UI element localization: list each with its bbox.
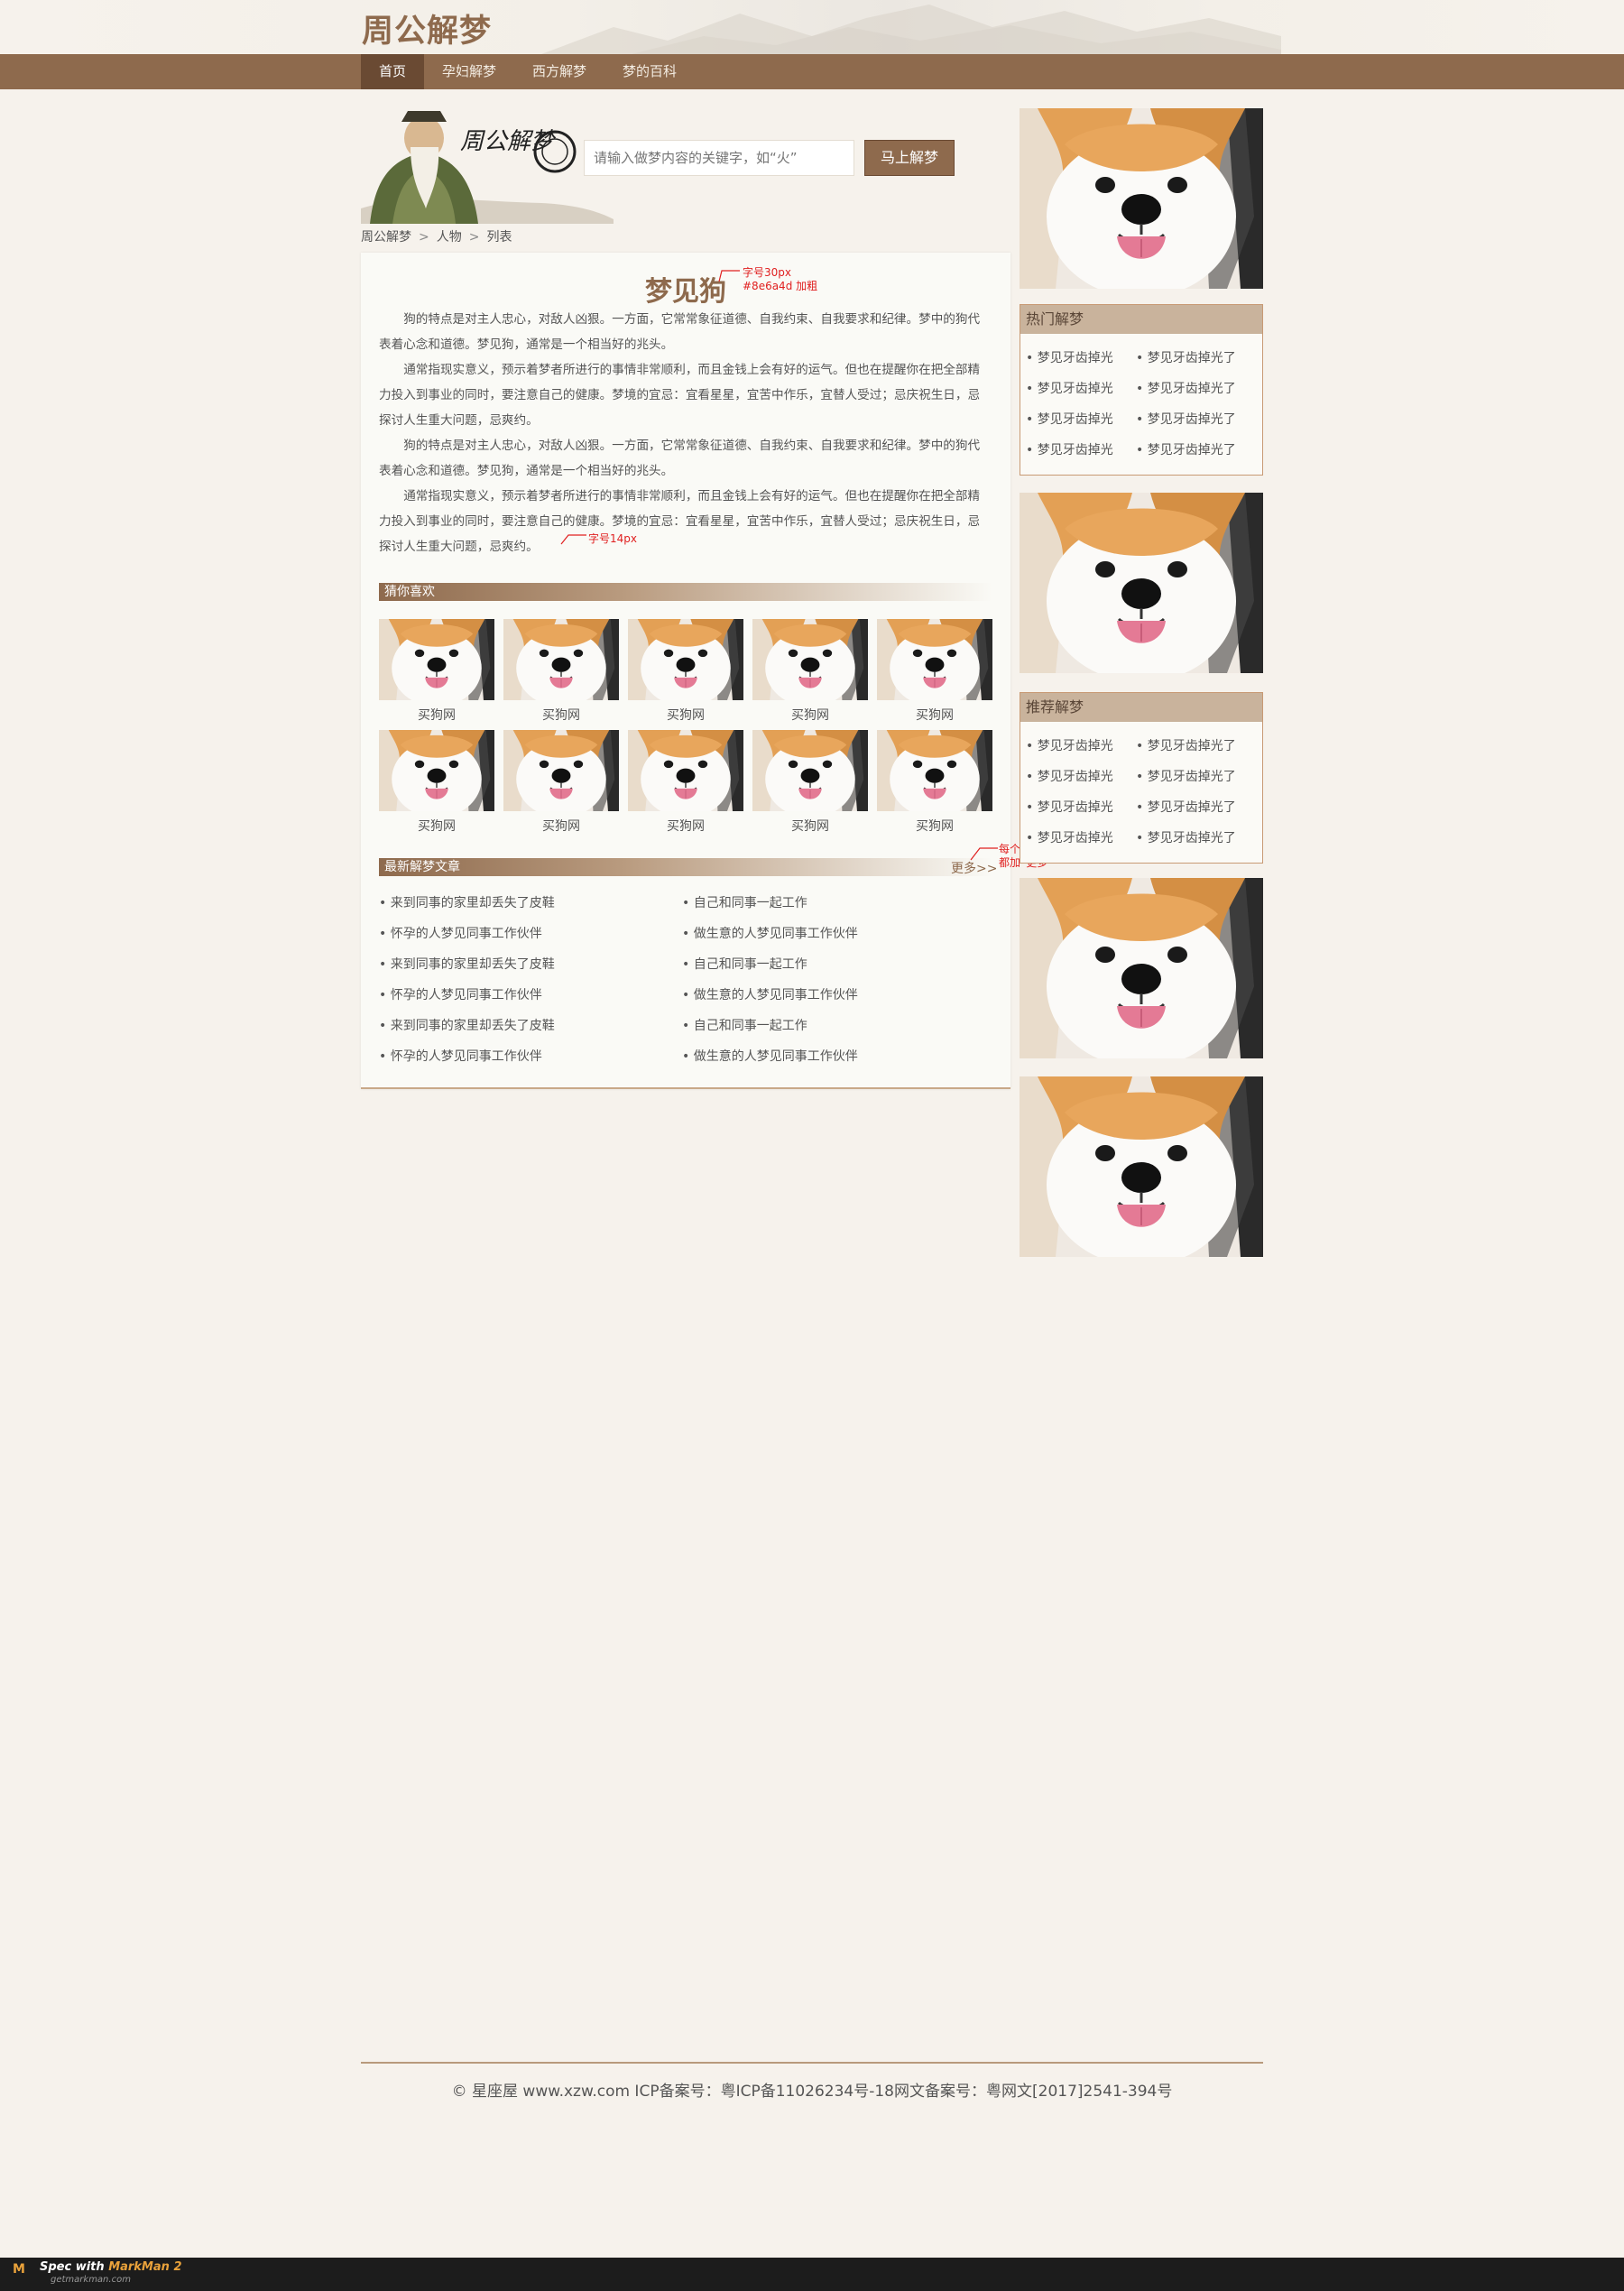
article-title: 梦见狗 bbox=[645, 276, 726, 308]
hot-dream-link[interactable]: • 梦见牙齿掉光了 bbox=[1136, 410, 1236, 428]
recommended-dream-link[interactable]: • 梦见牙齿掉光 bbox=[1026, 798, 1113, 816]
recommended-dream-link[interactable]: • 梦见牙齿掉光了 bbox=[1136, 767, 1236, 785]
recommended-dream-link[interactable]: • 梦见牙齿掉光了 bbox=[1136, 798, 1236, 816]
hot-dream-link[interactable]: • 梦见牙齿掉光 bbox=[1026, 348, 1113, 366]
article-paragraph: 狗的特点是对主人忠心，对敌人凶狠。一方面，它常常象征道德、自我约束、自我要求和纪… bbox=[379, 439, 981, 478]
sidebar-ad-image[interactable] bbox=[1020, 1076, 1263, 1257]
latest-article-link[interactable]: • 来到同事的家里却丢失了皮鞋 bbox=[379, 955, 555, 973]
guess-item-image[interactable] bbox=[503, 619, 619, 700]
article-paragraph: 通常指现实意义，预示着梦者所进行的事情非常顺利，而且金钱上会有好的运气。但也在提… bbox=[379, 363, 981, 428]
annotation-title-size: 字号30px bbox=[743, 266, 791, 279]
latest-article-link[interactable]: • 自己和同事一起工作 bbox=[682, 1016, 807, 1034]
guess-item-image[interactable] bbox=[628, 619, 743, 700]
guess-item-caption[interactable]: 买狗网 bbox=[752, 706, 868, 724]
hot-dream-link[interactable]: • 梦见牙齿掉光 bbox=[1026, 410, 1113, 428]
nav-item-encyclopedia[interactable]: 梦的百科 bbox=[614, 54, 686, 89]
sidebar-ad-image[interactable] bbox=[1020, 493, 1263, 673]
search-input[interactable] bbox=[584, 140, 854, 176]
guess-item-image[interactable] bbox=[752, 619, 868, 700]
markman-site: getmarkman.com bbox=[51, 2275, 131, 2285]
markman-bar bbox=[0, 2258, 1624, 2291]
article-paragraph: 通常指现实意义，预示着梦者所进行的事情非常顺利，而且金钱上会有好的运气。但也在提… bbox=[379, 489, 981, 554]
search-button[interactable]: 马上解梦 bbox=[864, 140, 955, 176]
annotation-body-size: 字号14px bbox=[588, 532, 637, 545]
latest-article-link[interactable]: • 怀孕的人梦见同事工作伙伴 bbox=[379, 1047, 542, 1065]
latest-article-link[interactable]: • 自己和同事一起工作 bbox=[682, 955, 807, 973]
latest-article-link[interactable]: • 怀孕的人梦见同事工作伙伴 bbox=[379, 985, 542, 1003]
recommended-dream-link[interactable]: • 梦见牙齿掉光 bbox=[1026, 767, 1113, 785]
recommended-dreams-box: 推荐解梦 • 梦见牙齿掉光 • 梦见牙齿掉光 • 梦见牙齿掉光 • 梦见牙齿掉光… bbox=[1020, 692, 1263, 864]
guess-item-caption[interactable]: 买狗网 bbox=[503, 817, 619, 835]
hot-dream-link[interactable]: • 梦见牙齿掉光 bbox=[1026, 379, 1113, 397]
hot-dream-link[interactable]: • 梦见牙齿掉光 bbox=[1026, 440, 1113, 458]
recommended-dream-link[interactable]: • 梦见牙齿掉光了 bbox=[1136, 736, 1236, 754]
breadcrumb-home[interactable]: 周公解梦 bbox=[361, 230, 411, 245]
latest-section-title: 最新解梦文章 bbox=[384, 860, 460, 874]
latest-section-header: 最新解梦文章 bbox=[379, 858, 992, 876]
hot-dreams-box: 热门解梦 • 梦见牙齿掉光 • 梦见牙齿掉光 • 梦见牙齿掉光 • 梦见牙齿掉光… bbox=[1020, 304, 1263, 476]
latest-article-link[interactable]: • 做生意的人梦见同事工作伙伴 bbox=[682, 1047, 858, 1065]
hot-dream-link[interactable]: • 梦见牙齿掉光了 bbox=[1136, 440, 1236, 458]
hot-dreams-title: 热门解梦 bbox=[1020, 305, 1262, 334]
hot-dream-link[interactable]: • 梦见牙齿掉光了 bbox=[1136, 348, 1236, 366]
site-logo[interactable]: 周公解梦 bbox=[362, 5, 492, 51]
guess-item-image[interactable] bbox=[503, 730, 619, 811]
recommended-dream-link[interactable]: • 梦见牙齿掉光 bbox=[1026, 828, 1113, 846]
breadcrumb-list: 列表 bbox=[486, 230, 512, 245]
article-panel: 梦见狗 狗的特点是对主人忠心，对敌人凶狠。一方面，它常常象征道德、自我约束、自我… bbox=[361, 253, 1010, 1089]
latest-article-link[interactable]: • 来到同事的家里却丢失了皮鞋 bbox=[379, 1016, 555, 1034]
guess-item-image[interactable] bbox=[379, 619, 494, 700]
article-paragraph: 狗的特点是对主人忠心，对敌人凶狠。一方面，它常常象征道德、自我约束、自我要求和纪… bbox=[379, 312, 981, 352]
guess-item-image[interactable] bbox=[379, 730, 494, 811]
guess-item-image[interactable] bbox=[628, 730, 743, 811]
annotation-title-color: #8e6a4d 加粗 bbox=[743, 280, 818, 292]
sage-portrait-banner: 周公解梦 bbox=[361, 111, 614, 224]
breadcrumb: 周公解梦 > 人物 > 列表 bbox=[361, 230, 512, 245]
footer-divider bbox=[361, 2062, 1263, 2064]
markman-label: Spec with MarkMan 2 bbox=[40, 2260, 182, 2274]
mountain-painting bbox=[541, 5, 1281, 54]
recommended-dream-link[interactable]: • 梦见牙齿掉光 bbox=[1026, 736, 1113, 754]
latest-article-link[interactable]: • 怀孕的人梦见同事工作伙伴 bbox=[379, 924, 542, 942]
annotation-arrow-icon bbox=[970, 847, 998, 861]
guess-item-image[interactable] bbox=[752, 730, 868, 811]
latest-article-link[interactable]: • 来到同事的家里却丢失了皮鞋 bbox=[379, 893, 555, 911]
guess-item-caption[interactable]: 买狗网 bbox=[379, 706, 494, 724]
sidebar-ad-image[interactable] bbox=[1020, 878, 1263, 1058]
guess-section-header: 猜你喜欢 bbox=[379, 583, 992, 601]
recommended-dream-link[interactable]: • 梦见牙齿掉光了 bbox=[1136, 828, 1236, 846]
annotation-arrow-icon bbox=[718, 270, 740, 282]
guess-item-caption[interactable]: 买狗网 bbox=[379, 817, 494, 835]
guess-item-caption[interactable]: 买狗网 bbox=[877, 817, 992, 835]
nav-item-western[interactable]: 西方解梦 bbox=[523, 54, 595, 89]
header-background bbox=[0, 0, 1624, 54]
sidebar-ad-image[interactable] bbox=[1020, 108, 1263, 289]
footer-copyright: © 星座屋 www.xzw.com ICP备案号：粤ICP备11026234号-… bbox=[451, 2083, 1173, 2101]
nav-item-home[interactable]: 首页 bbox=[361, 54, 424, 89]
recommended-dreams-title: 推荐解梦 bbox=[1020, 693, 1262, 722]
latest-article-link[interactable]: • 做生意的人梦见同事工作伙伴 bbox=[682, 985, 858, 1003]
latest-article-link[interactable]: • 做生意的人梦见同事工作伙伴 bbox=[682, 924, 858, 942]
nav-item-pregnant[interactable]: 孕妇解梦 bbox=[433, 54, 505, 89]
markman-logo-icon: M bbox=[13, 2262, 25, 2277]
hot-dream-link[interactable]: • 梦见牙齿掉光了 bbox=[1136, 379, 1236, 397]
guess-item-caption[interactable]: 买狗网 bbox=[628, 706, 743, 724]
guess-section-title: 猜你喜欢 bbox=[384, 585, 435, 599]
latest-article-link[interactable]: • 自己和同事一起工作 bbox=[682, 893, 807, 911]
guess-item-caption[interactable]: 买狗网 bbox=[628, 817, 743, 835]
guess-item-image[interactable] bbox=[877, 730, 992, 811]
guess-item-caption[interactable]: 买狗网 bbox=[877, 706, 992, 724]
brand-calligraphy: 周公解梦 bbox=[460, 128, 558, 155]
breadcrumb-people[interactable]: 人物 bbox=[437, 230, 462, 245]
annotation-arrow-icon bbox=[560, 534, 586, 545]
guess-item-caption[interactable]: 买狗网 bbox=[503, 706, 619, 724]
guess-item-caption[interactable]: 买狗网 bbox=[752, 817, 868, 835]
main-nav: 首页 孕妇解梦 西方解梦 梦的百科 bbox=[0, 54, 1624, 89]
guess-item-image[interactable] bbox=[877, 619, 992, 700]
